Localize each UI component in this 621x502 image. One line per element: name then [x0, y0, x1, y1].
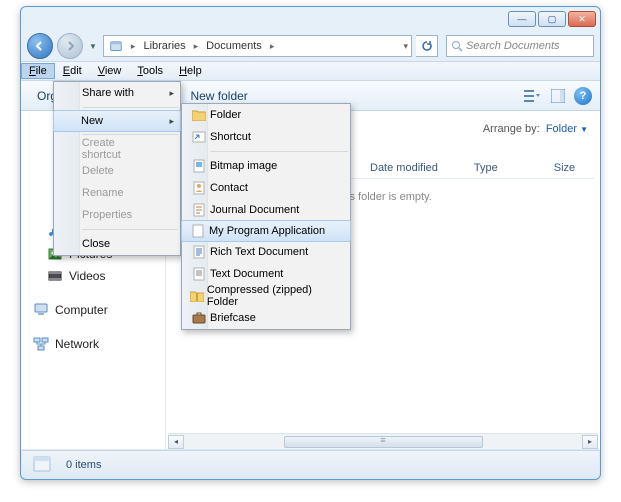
- address-bar[interactable]: ▸ Libraries ▸ Documents ▸ ▾: [103, 35, 412, 57]
- menu-file[interactable]: File: [21, 63, 55, 79]
- new-zip[interactable]: Compressed (zipped) Folder: [182, 285, 350, 307]
- menu-bar: File Edit View Tools Help: [21, 61, 600, 81]
- zip-icon: [188, 290, 207, 302]
- nav-history-dropdown[interactable]: ▼: [87, 42, 99, 51]
- breadcrumb-libraries[interactable]: Libraries: [138, 36, 190, 56]
- sidebar-label: Network: [55, 337, 99, 351]
- search-placeholder: Search Documents: [466, 40, 560, 52]
- col-type[interactable]: Type: [466, 159, 506, 178]
- new-bitmap[interactable]: Bitmap image: [182, 155, 350, 177]
- menu-tools[interactable]: Tools: [129, 63, 171, 79]
- help-button[interactable]: ?: [574, 87, 592, 105]
- col-size[interactable]: Size: [546, 159, 583, 178]
- contact-icon: [188, 181, 210, 195]
- view-mode-button[interactable]: [522, 86, 542, 106]
- refresh-button[interactable]: [416, 35, 438, 57]
- file-menu-delete: Delete: [54, 160, 180, 182]
- sidebar-computer[interactable]: Computer: [25, 299, 165, 321]
- network-icon: [33, 336, 49, 352]
- new-myprogram[interactable]: My Program Application: [181, 220, 351, 242]
- briefcase-icon: [188, 312, 210, 324]
- menu-edit[interactable]: Edit: [55, 63, 90, 79]
- new-briefcase[interactable]: Briefcase: [182, 307, 350, 329]
- breadcrumb-sep[interactable]: ▸: [191, 41, 202, 52]
- sidebar-label: Computer: [55, 303, 108, 317]
- folder-icon: [188, 109, 210, 121]
- bitmap-icon: [188, 159, 210, 173]
- computer-icon: [33, 302, 49, 318]
- sidebar-network[interactable]: Network: [25, 333, 165, 355]
- scroll-right[interactable]: ▸: [582, 435, 598, 449]
- scroll-thumb[interactable]: [284, 436, 483, 448]
- new-txt[interactable]: Text Document: [182, 263, 350, 285]
- forward-button[interactable]: [57, 33, 83, 59]
- shortcut-icon: [188, 131, 210, 143]
- arrange-by[interactable]: Arrange by: Folder ▼: [483, 123, 588, 135]
- file-menu-new[interactable]: New▸: [53, 110, 181, 132]
- search-box[interactable]: Search Documents: [446, 35, 594, 57]
- maximize-button[interactable]: ▢: [538, 11, 566, 27]
- status-bar: 0 items: [22, 450, 599, 478]
- new-submenu: Folder Shortcut Bitmap image Contact Jou…: [181, 103, 351, 330]
- videos-icon: [47, 268, 63, 284]
- file-menu-createshortcut: Create shortcut: [54, 138, 180, 160]
- menu-view[interactable]: View: [90, 63, 130, 79]
- new-journal[interactable]: Journal Document: [182, 199, 350, 221]
- address-dropdown[interactable]: ▾: [400, 41, 411, 52]
- file-menu-properties: Properties: [54, 204, 180, 226]
- titlebar: — ▢ ✕: [21, 7, 600, 31]
- status-text: 0 items: [66, 459, 101, 471]
- file-icon: [187, 224, 209, 238]
- breadcrumb-sep[interactable]: ▸: [128, 41, 139, 52]
- breadcrumb-root-icon[interactable]: [104, 36, 128, 56]
- explorer-window: — ▢ ✕ ▼ ▸ Libraries ▸ Documents ▸ ▾: [20, 6, 601, 480]
- txt-icon: [188, 267, 210, 281]
- new-folder[interactable]: Folder: [182, 104, 350, 126]
- scroll-left[interactable]: ◂: [168, 435, 184, 449]
- new-shortcut[interactable]: Shortcut: [182, 126, 350, 148]
- breadcrumb-sep[interactable]: ▸: [267, 41, 278, 52]
- close-button[interactable]: ✕: [568, 11, 596, 27]
- file-menu-sharewith[interactable]: Share with▸: [54, 82, 180, 104]
- rtf-icon: [188, 245, 210, 259]
- file-menu-close[interactable]: Close: [54, 233, 180, 255]
- horizontal-scrollbar[interactable]: ◂ ▸: [168, 433, 598, 449]
- breadcrumb-documents[interactable]: Documents: [201, 36, 267, 56]
- new-rtf[interactable]: Rich Text Document: [182, 241, 350, 263]
- search-icon: [451, 40, 463, 52]
- menu-help[interactable]: Help: [171, 63, 210, 79]
- new-contact[interactable]: Contact: [182, 177, 350, 199]
- sidebar-videos[interactable]: Videos: [25, 265, 165, 287]
- file-menu-rename: Rename: [54, 182, 180, 204]
- back-button[interactable]: [27, 33, 53, 59]
- nav-bar: ▼ ▸ Libraries ▸ Documents ▸ ▾ Search Doc…: [21, 31, 600, 61]
- col-date[interactable]: Date modified: [362, 159, 446, 178]
- sidebar-label: Videos: [69, 269, 105, 283]
- status-icon: [30, 454, 58, 476]
- minimize-button[interactable]: —: [508, 11, 536, 27]
- preview-pane-button[interactable]: [548, 86, 568, 106]
- journal-icon: [188, 203, 210, 217]
- file-menu: Share with▸ New▸ Create shortcut Delete …: [53, 81, 181, 256]
- scroll-track[interactable]: [184, 435, 582, 449]
